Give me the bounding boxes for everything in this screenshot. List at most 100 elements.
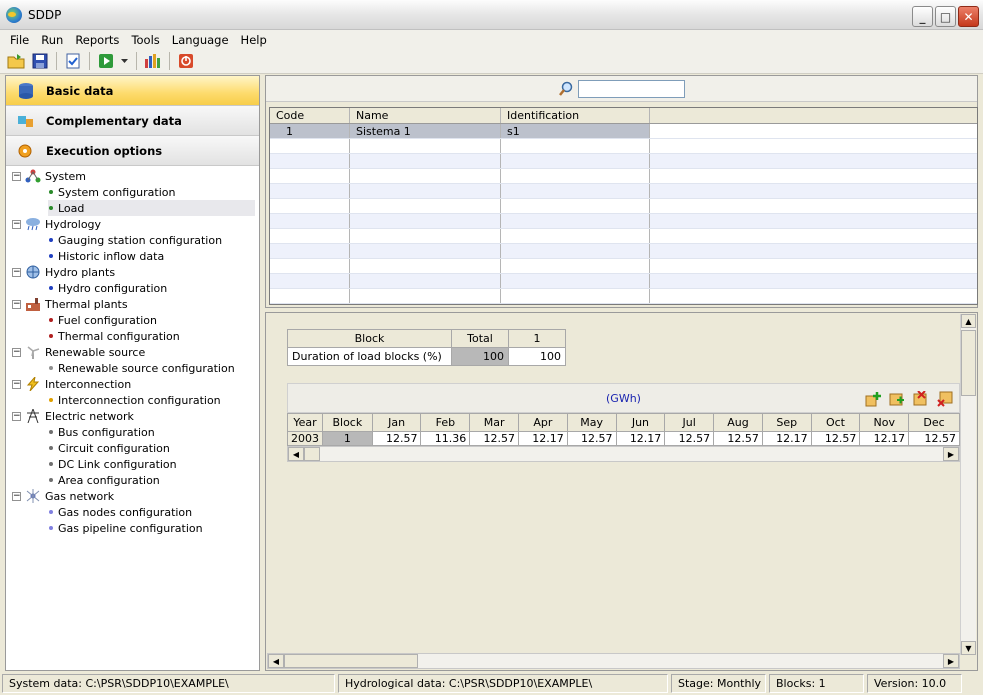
insert-row-icon[interactable] xyxy=(889,391,905,407)
reports-icon[interactable] xyxy=(143,51,163,71)
add-row-icon[interactable] xyxy=(865,391,881,407)
tree-node-hydro-plants[interactable]: − Hydro plants xyxy=(6,264,259,280)
tree-item-renewable-source-configuration[interactable]: Renewable source configuration xyxy=(6,360,259,376)
search-input[interactable] xyxy=(578,79,685,98)
cell-code[interactable]: 1 xyxy=(270,124,350,138)
menu-tools[interactable]: Tools xyxy=(125,33,165,47)
cell-may[interactable]: 12.57 xyxy=(566,431,617,446)
empty-row xyxy=(270,214,977,229)
cell-jan[interactable]: 12.57 xyxy=(371,431,422,446)
category-complementary-data[interactable]: Complementary data xyxy=(6,106,259,136)
close-button[interactable]: ✕ xyxy=(958,6,979,27)
search-icon[interactable] xyxy=(558,81,574,97)
category-basic-data[interactable]: Basic data xyxy=(6,76,259,106)
cell-dec[interactable]: 12.57 xyxy=(908,431,960,446)
cell-year: 2003 xyxy=(287,431,323,446)
menu-reports[interactable]: Reports xyxy=(69,33,125,47)
cell-jul[interactable]: 12.57 xyxy=(664,431,715,446)
tree-item-gauging-station-configuration[interactable]: Gauging station configuration xyxy=(6,232,259,248)
tree-node-interconnection[interactable]: − Interconnection xyxy=(6,376,259,392)
tree-item-historic-inflow-data[interactable]: Historic inflow data xyxy=(6,248,259,264)
tree-item-label: System configuration xyxy=(58,185,176,199)
panel-vscrollbar[interactable]: ▲ ▼ xyxy=(960,314,976,655)
cell-nov[interactable]: 12.17 xyxy=(859,431,910,446)
cell-aug[interactable]: 12.57 xyxy=(713,431,763,446)
run-dropdown-icon[interactable] xyxy=(120,51,130,71)
menu-language[interactable]: Language xyxy=(166,33,235,47)
status-blocks: Blocks: 1 xyxy=(769,674,864,693)
maximize-button[interactable]: □ xyxy=(935,6,956,27)
cell-jun[interactable]: 12.17 xyxy=(615,431,666,446)
collapse-toggle[interactable]: − xyxy=(12,347,21,357)
stop-icon[interactable] xyxy=(176,51,196,71)
tree-item-gas-nodes-configuration[interactable]: Gas nodes configuration xyxy=(6,504,259,520)
column-header-identification[interactable]: Identification xyxy=(501,108,650,123)
cell-oct[interactable]: 12.57 xyxy=(810,431,861,446)
load-table: (GWh) Year Block Jan Feb Mar Apr May Jun Jul Aug S… xyxy=(287,383,960,462)
cell-sep[interactable]: 12.17 xyxy=(761,431,812,446)
menu-run[interactable]: Run xyxy=(35,33,69,47)
menu-help[interactable]: Help xyxy=(235,33,273,47)
table-row[interactable]: 1 Sistema 1 s1 xyxy=(270,124,977,139)
block-1-header: 1 xyxy=(508,329,566,348)
tree-item-thermal-configuration[interactable]: Thermal configuration xyxy=(6,328,259,344)
checklist-icon[interactable] xyxy=(63,51,83,71)
duration-block-1[interactable]: 100 xyxy=(508,347,566,366)
panel-hscrollbar[interactable]: ◀ ▶ xyxy=(267,653,960,669)
collapse-toggle[interactable]: − xyxy=(12,267,21,277)
tree-item-dc-link-configuration[interactable]: DC Link configuration xyxy=(6,456,259,472)
tree-node-label: Interconnection xyxy=(45,377,132,391)
run-icon[interactable] xyxy=(96,51,116,71)
bullet-icon xyxy=(49,462,53,466)
bullet-icon xyxy=(49,446,53,450)
category-label: Complementary data xyxy=(46,113,182,128)
collapse-toggle[interactable]: − xyxy=(12,491,21,501)
column-header-name[interactable]: Name xyxy=(350,108,501,123)
tree-node-thermal-plants[interactable]: − Thermal plants xyxy=(6,296,259,312)
column-header-block: Block xyxy=(322,413,373,432)
bullet-icon xyxy=(49,478,53,482)
collapse-toggle[interactable]: − xyxy=(12,299,21,309)
cell-apr[interactable]: 12.17 xyxy=(518,431,568,446)
category-execution-options[interactable]: Execution options xyxy=(6,136,259,166)
load-table-hscrollbar[interactable]: ◀ ▶ xyxy=(287,446,960,462)
tree-item-system-configuration[interactable]: System configuration xyxy=(6,184,259,200)
delete-row-icon[interactable] xyxy=(913,391,929,407)
tree-item-hydro-configuration[interactable]: Hydro configuration xyxy=(6,280,259,296)
cell-identification[interactable]: s1 xyxy=(501,124,650,138)
open-folder-icon[interactable] xyxy=(6,51,26,71)
tree-item-label: Circuit configuration xyxy=(58,441,170,455)
tree-item-gas-pipeline-configuration[interactable]: Gas pipeline configuration xyxy=(6,520,259,536)
tree-item-interconnection-configuration[interactable]: Interconnection configuration xyxy=(6,392,259,408)
column-header-code[interactable]: Code xyxy=(270,108,350,123)
collapse-toggle[interactable]: − xyxy=(12,219,21,229)
gas-network-icon xyxy=(25,489,41,503)
navigation-panel: Basic data Complementary data Execution … xyxy=(5,75,260,671)
status-stage: Stage: Monthly xyxy=(671,674,766,693)
menu-file[interactable]: File xyxy=(4,33,35,47)
tree-item-bus-configuration[interactable]: Bus configuration xyxy=(6,424,259,440)
tree-item-circuit-configuration[interactable]: Circuit configuration xyxy=(6,440,259,456)
tree-node-gas-network[interactable]: − Gas network xyxy=(6,488,259,504)
clear-icon[interactable] xyxy=(937,391,953,407)
tree-node-hydrology[interactable]: − Hydrology xyxy=(6,216,259,232)
tree-node-electric-network[interactable]: − Electric network xyxy=(6,408,259,424)
tree-node-label: Gas network xyxy=(45,489,115,503)
tree-item-load[interactable]: Load xyxy=(48,200,255,216)
duration-total: 100 xyxy=(451,347,509,366)
minimize-button[interactable]: _ xyxy=(912,6,933,27)
collapse-toggle[interactable]: − xyxy=(12,411,21,421)
cell-mar[interactable]: 12.57 xyxy=(469,431,520,446)
column-header-jul: Jul xyxy=(664,413,715,432)
bullet-icon xyxy=(49,366,53,370)
tree-item-area-configuration[interactable]: Area configuration xyxy=(6,472,259,488)
tree-node-renewable-source[interactable]: − Renewable source xyxy=(6,344,259,360)
tree-node-system[interactable]: − System xyxy=(6,168,259,184)
tree-item-fuel-configuration[interactable]: Fuel configuration xyxy=(6,312,259,328)
cell-name[interactable]: Sistema 1 xyxy=(350,124,501,138)
collapse-toggle[interactable]: − xyxy=(12,171,21,181)
save-icon[interactable] xyxy=(30,51,50,71)
collapse-toggle[interactable]: − xyxy=(12,379,21,389)
cell-feb[interactable]: 11.36 xyxy=(420,431,471,446)
tree-item-label: Interconnection configuration xyxy=(58,393,221,407)
